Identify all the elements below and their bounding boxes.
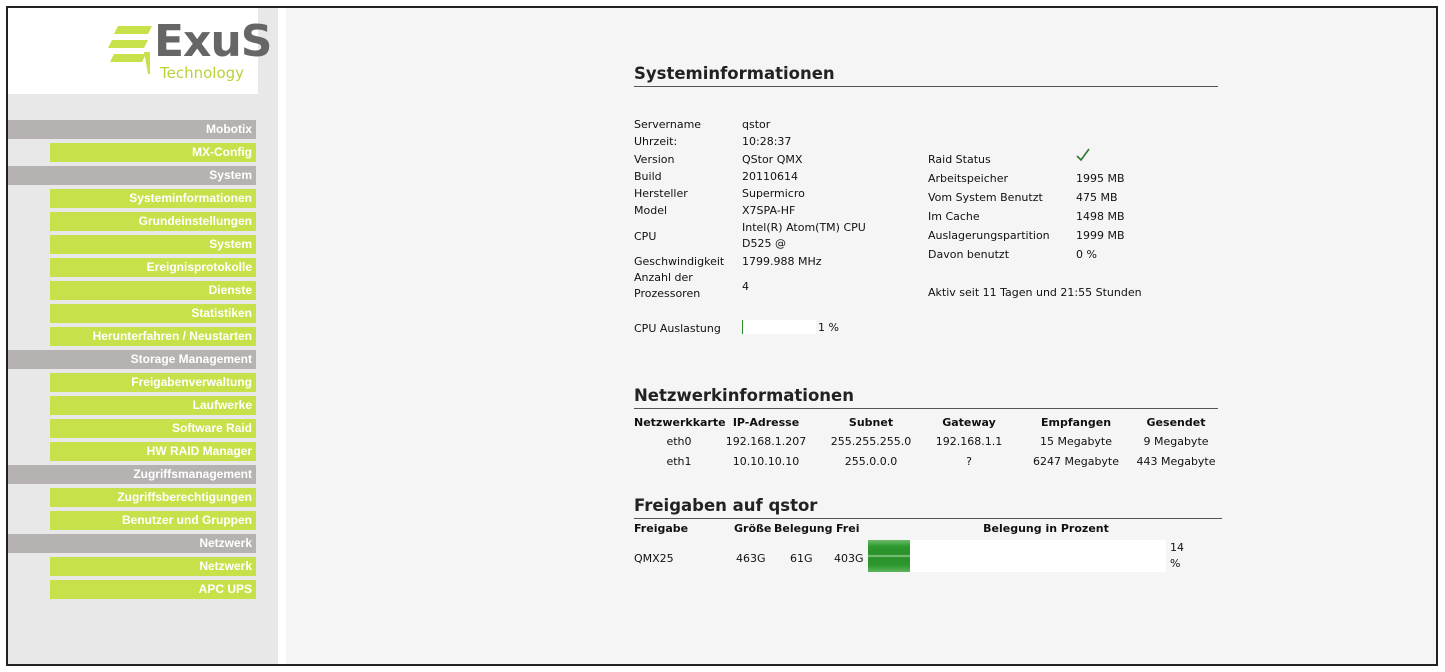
nav-item-zugriffsberechtigungen[interactable]: Zugriffsberechtigungen — [50, 488, 256, 507]
speed-label: Geschwindigkeit — [634, 255, 725, 268]
nav-group-mobotix: Mobotix — [8, 120, 256, 139]
logo-wordmark: ExuS — [154, 16, 272, 67]
net-row-1-ip: 10.10.10.10 — [732, 455, 800, 468]
share-usage-bar — [868, 540, 1166, 572]
share-header-used: Belegung — [774, 522, 833, 535]
sysinfo-title: Systeminformationen — [634, 64, 835, 83]
net-header-subnet: Subnet — [848, 416, 894, 429]
net-header-received: Empfangen — [1040, 416, 1112, 429]
main-content: Systeminformationen Servername qstor Uhr… — [286, 8, 1436, 664]
uptime-text: Aktiv seit 11 Tagen und 21:55 Stunden — [928, 286, 1142, 299]
servername-value: qstor — [742, 118, 771, 131]
share-row-name: QMX25 — [634, 552, 674, 565]
logo: ExuS Technology — [8, 8, 272, 94]
nav-item-grundeinstellungen[interactable]: Grundeinstellungen — [50, 212, 256, 231]
version-label: Version — [634, 153, 675, 166]
vendor-label: Hersteller — [634, 187, 688, 200]
share-header-free: Frei — [836, 522, 860, 535]
net-row-1-subnet: 255.0.0.0 — [844, 455, 898, 468]
nav-item-benutzer-gruppen[interactable]: Benutzer und Gruppen — [50, 511, 256, 530]
cpuload-value: 1 % — [818, 321, 839, 334]
exus-logo-icon — [108, 26, 152, 74]
net-row-1-sent: 443 Megabyte — [1136, 455, 1216, 468]
share-header-size: Größe — [734, 522, 772, 535]
cpu-value: Intel(R) Atom(TM) CPU D525 @ — [742, 221, 866, 250]
checkmark-icon — [1076, 148, 1090, 162]
nav-group-system: System — [8, 166, 256, 185]
model-value: X7SPA-HF — [742, 204, 796, 217]
nav-group-netzwerk: Netzwerk — [8, 534, 256, 553]
vendor-value: Supermicro — [742, 187, 805, 200]
nav-item-software-raid[interactable]: Software Raid — [50, 419, 256, 438]
network-divider — [634, 408, 1218, 409]
mem-value: 1995 MB — [1076, 172, 1125, 185]
nav-item-laufwerke[interactable]: Laufwerke — [50, 396, 256, 415]
net-row-1-received: 6247 Megabyte — [1032, 455, 1120, 468]
sidebar: ExuS Technology Mobotix MX-Config System… — [8, 8, 278, 664]
cpuload-label: CPU Auslastung — [634, 322, 721, 335]
swap-label: Auslagerungspartition — [928, 229, 1050, 242]
shares-title: Freigaben auf qstor — [634, 496, 818, 515]
raid-label: Raid Status — [928, 153, 991, 166]
logo-subtitle: Technology — [160, 64, 245, 82]
network-title: Netzwerkinformationen — [634, 386, 854, 405]
used-label: Vom System Benutzt — [928, 191, 1043, 204]
procs-value: 4 — [742, 280, 749, 293]
speed-value: 1799.988 MHz — [742, 255, 822, 268]
nav-item-herunterfahren[interactable]: Herunterfahren / Neustarten — [50, 327, 256, 346]
share-row-free: 403G — [834, 552, 864, 565]
net-row-0-card: eth0 — [666, 435, 692, 448]
servername-label: Servername — [634, 118, 702, 131]
procs-label: Anzahl der Prozessoren — [634, 271, 701, 300]
net-row-0-received: 15 Megabyte — [1039, 435, 1113, 448]
net-header-gateway: Gateway — [942, 416, 996, 429]
build-value: 20110614 — [742, 170, 798, 183]
net-header-ip: IP-Adresse — [732, 416, 800, 429]
share-row-percent: 14 % — [1170, 541, 1184, 570]
build-label: Build — [634, 170, 662, 183]
cache-value: 1498 MB — [1076, 210, 1125, 223]
net-header-sent: Gesendet — [1146, 416, 1206, 429]
swap-value: 1999 MB — [1076, 229, 1125, 242]
share-header-name: Freigabe — [634, 522, 689, 535]
model-label: Model — [634, 204, 668, 217]
net-row-0-ip: 192.168.1.207 — [725, 435, 807, 448]
swapused-label: Davon benutzt — [928, 248, 1010, 261]
browser-frame: ExuS Technology Mobotix MX-Config System… — [6, 6, 1438, 666]
nav-item-system[interactable]: System — [50, 235, 256, 254]
sidebar-nav: Mobotix MX-Config System Systeminformati… — [8, 120, 256, 603]
share-row-size: 463G — [736, 552, 766, 565]
nav-item-ereignisprotokolle[interactable]: Ereignisprotokolle — [50, 258, 256, 277]
shares-divider — [634, 518, 1222, 519]
time-value: 10:28:37 — [742, 135, 792, 148]
share-usage-fill — [868, 540, 910, 572]
net-row-0-sent: 9 Megabyte — [1143, 435, 1209, 448]
sysinfo-divider — [634, 86, 1218, 87]
nav-item-freigabenverwaltung[interactable]: Freigabenverwaltung — [50, 373, 256, 392]
net-row-0-gateway: 192.168.1.1 — [935, 435, 1003, 448]
cache-label: Im Cache — [928, 210, 980, 223]
cpu-label: CPU — [634, 230, 657, 243]
nav-group-storage: Storage Management — [8, 350, 256, 369]
share-row-used: 61G — [790, 552, 813, 565]
net-row-1-gateway: ? — [966, 455, 972, 468]
nav-item-statistiken[interactable]: Statistiken — [50, 304, 256, 323]
nav-item-netzwerk[interactable]: Netzwerk — [50, 557, 256, 576]
net-header-card: Netzwerkkarte — [634, 416, 726, 429]
swapused-value: 0 % — [1076, 248, 1097, 261]
mem-label: Arbeitspeicher — [928, 172, 1009, 185]
net-row-1-card: eth1 — [666, 455, 692, 468]
cpuload-bar — [742, 320, 816, 334]
used-value: 475 MB — [1076, 191, 1118, 204]
nav-item-mx-config[interactable]: MX-Config — [50, 143, 256, 162]
nav-item-dienste[interactable]: Dienste — [50, 281, 256, 300]
nav-item-systeminformationen[interactable]: Systeminformationen — [50, 189, 256, 208]
time-label: Uhrzeit: — [634, 135, 678, 148]
net-row-0-subnet: 255.255.255.0 — [830, 435, 912, 448]
share-header-percent: Belegung in Prozent — [983, 522, 1109, 535]
nav-item-apc-ups[interactable]: APC UPS — [50, 580, 256, 599]
version-value: QStor QMX — [742, 153, 803, 166]
nav-item-hw-raid-manager[interactable]: HW RAID Manager — [50, 442, 256, 461]
nav-group-zugriff: Zugriffsmanagement — [8, 465, 256, 484]
